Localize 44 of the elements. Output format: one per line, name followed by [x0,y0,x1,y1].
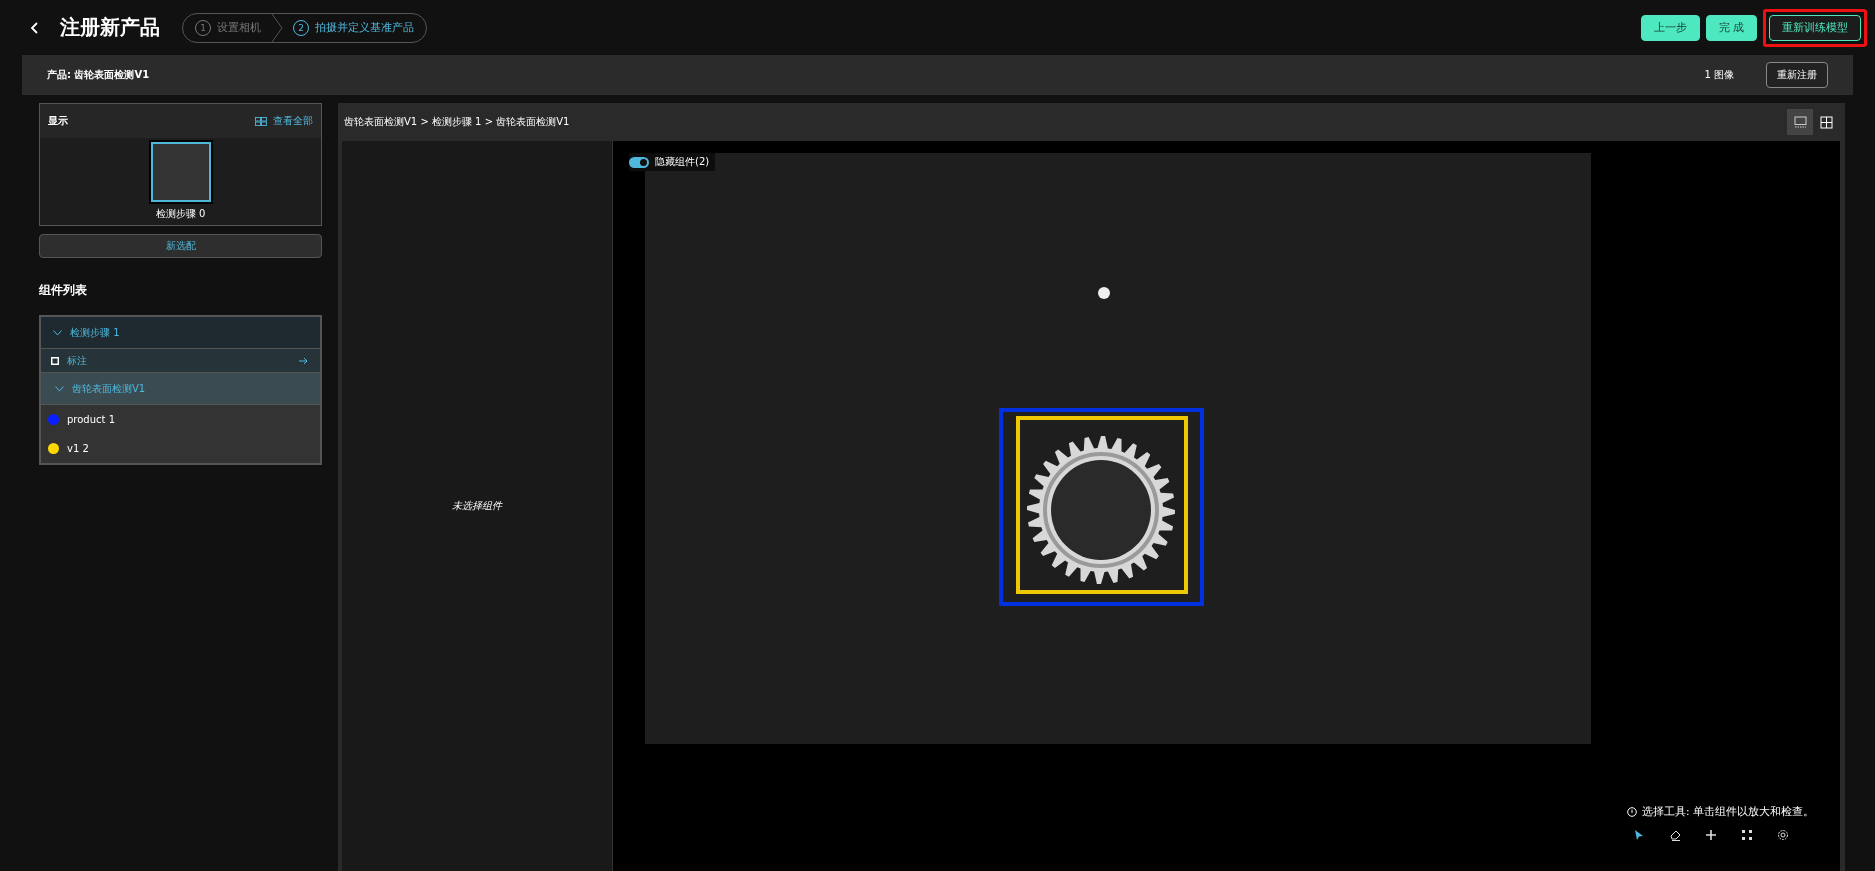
gallery-icon[interactable] [255,116,267,126]
retrain-model-button[interactable]: 重新训练模型 [1769,14,1861,41]
page-title: 注册新产品 [60,14,160,41]
view-all-link[interactable]: 查看全部 [273,114,313,128]
plus-icon[interactable] [1705,829,1718,841]
component-list-title: 组件列表 [39,282,88,299]
tree-label: v1 2 [67,443,89,454]
grid-icon [1819,115,1833,129]
tree-label: product 1 [67,414,115,425]
image-thumbnail[interactable] [150,142,211,202]
square-icon [51,356,59,365]
finish-button[interactable]: 完 成 [1705,14,1757,41]
display-title: 显示 [48,114,68,128]
step-row[interactable]: 检测步骤 1 [41,317,320,349]
step-item[interactable]: 1 设置相机 [195,19,261,36]
tool-hint: 选择工具: 单击组件以放大和检查。 [1642,805,1814,819]
thumbnail-label: 检测步骤 0 [155,207,206,221]
new-config-button[interactable]: 新选配 [39,234,322,258]
bounding-box[interactable] [999,408,1204,606]
toggle-label: 隐藏组件(2) [655,155,710,169]
chevron-icon[interactable] [55,385,64,392]
tree-label: 齿轮表面检测V1 [72,381,146,396]
fit-icon[interactable] [1741,829,1754,841]
arrow-right-icon[interactable] [299,356,308,365]
info-icon [1627,807,1638,817]
toggle-switch[interactable] [629,156,649,168]
product-name: 产品: 齿轮表面检测V1 [47,68,150,82]
chevron-icon[interactable] [53,329,62,336]
class-row[interactable]: product 1 [41,405,320,434]
previous-step-button[interactable]: 上一步 [1640,14,1700,41]
eraser-icon[interactable] [1669,829,1682,841]
tree-label: 检测步骤 1 [70,325,120,340]
tool-row[interactable]: 标注 [41,349,320,373]
settings-icon[interactable] [1777,829,1790,841]
bright-spot [1098,287,1110,299]
tree-label: 标注 [67,353,87,368]
monitor-icon [1793,115,1807,129]
re-register-button[interactable]: 重新注册 [1766,62,1828,88]
empty-message: 未选择组件 [452,499,502,513]
breadcrumb[interactable]: 齿轮表面检测V1 > 检测步骤 1 > 齿轮表面检测V1 [344,115,570,129]
group-row[interactable]: 齿轮表面检测V1 [41,373,320,405]
image-count: 1 图像 [1704,68,1734,82]
class-row[interactable]: v1 2 [41,434,320,463]
step-item[interactable]: 2 拍摄并定义基准产品 [293,19,414,36]
